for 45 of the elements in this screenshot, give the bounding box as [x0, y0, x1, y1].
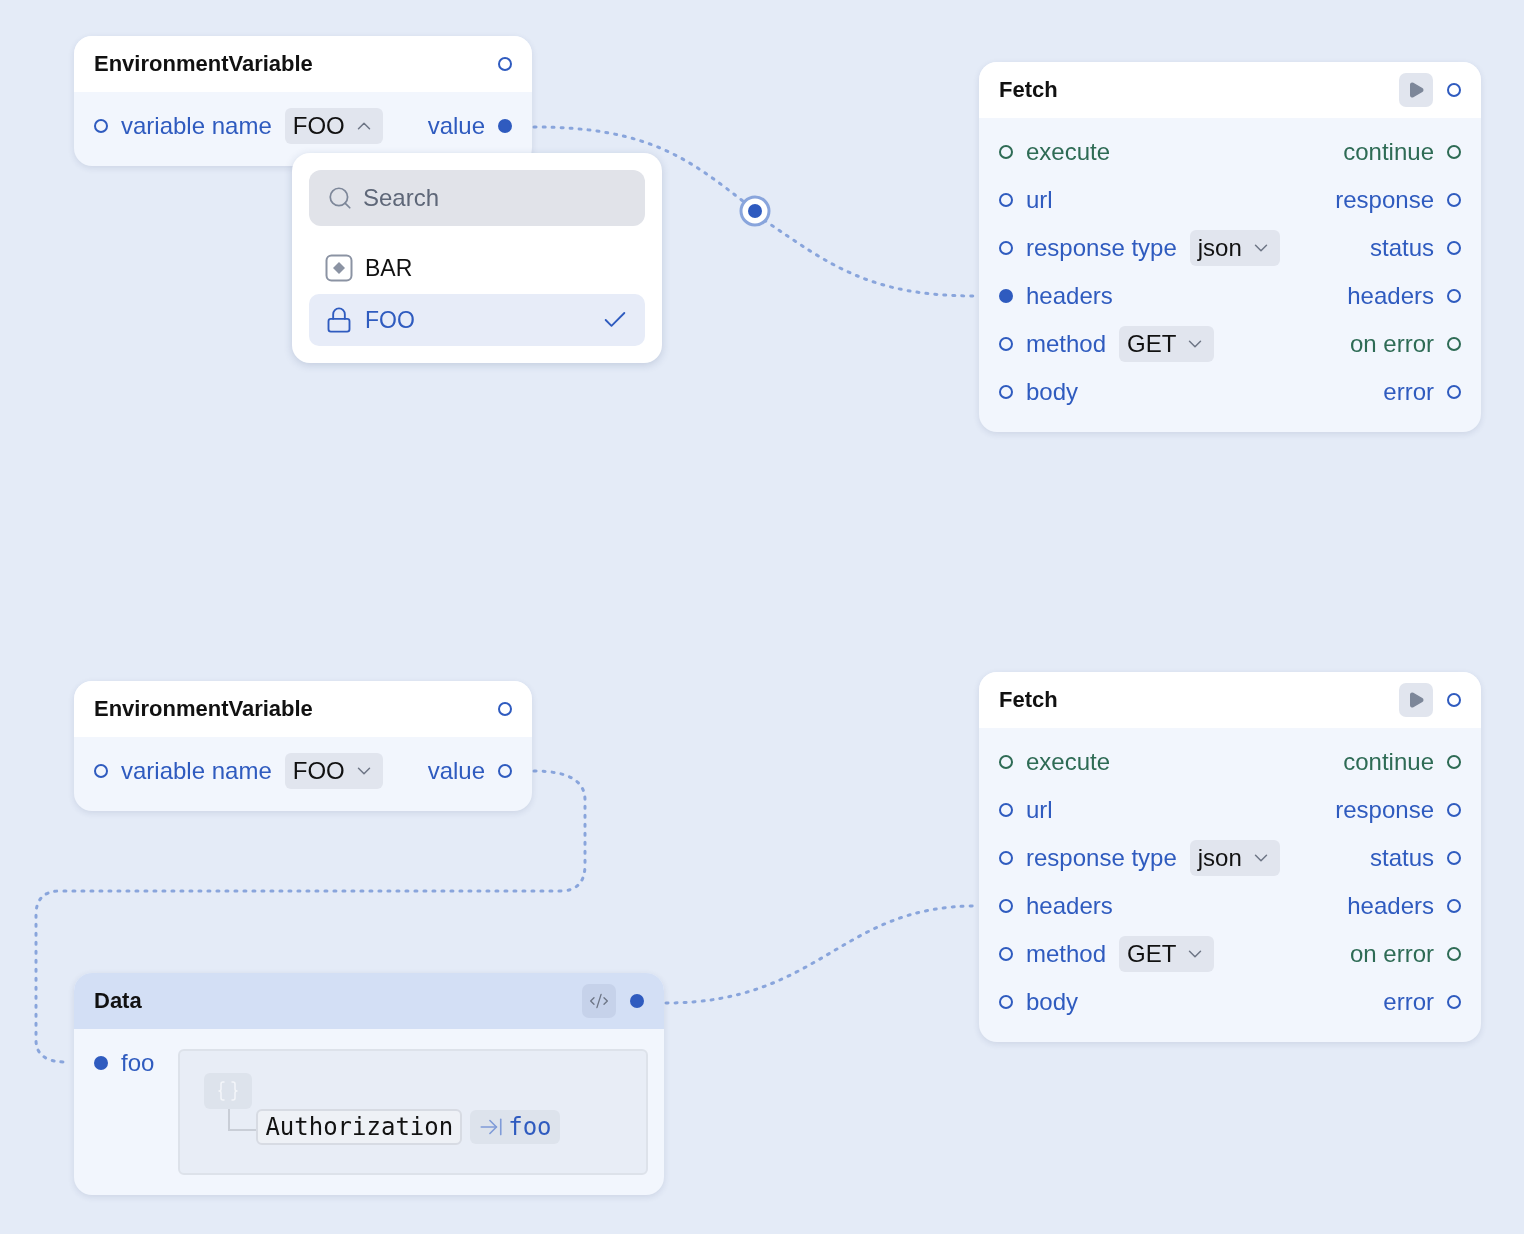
port-label: body [1026, 988, 1079, 1016]
node-title: Fetch [999, 687, 1058, 713]
reference-chip[interactable]: foo [470, 1110, 560, 1144]
port-label: headers [1026, 892, 1113, 920]
port-label: value [427, 757, 485, 785]
port-label: response [1335, 186, 1434, 214]
port-label: status [1369, 234, 1434, 262]
port-label: variable name [121, 757, 272, 785]
port-label: headers [1026, 282, 1113, 310]
port-label: url [1026, 186, 1053, 214]
node-title: Data [94, 988, 142, 1014]
port-label: variable name [121, 112, 272, 140]
port-label: continue [1343, 748, 1434, 776]
port-label: headers [1347, 892, 1434, 920]
port-label: value [427, 112, 485, 140]
port-label: execute [1026, 138, 1111, 166]
port-label: headers [1347, 282, 1434, 310]
value-select[interactable]: FOO [284, 108, 383, 144]
node-title: EnvironmentVariable [94, 51, 313, 77]
node-title: EnvironmentVariable [94, 696, 313, 722]
port-label: error [1383, 988, 1434, 1016]
value-select[interactable]: json [1189, 230, 1280, 266]
port-label: execute [1026, 748, 1111, 776]
port-label: url [1026, 796, 1053, 824]
port-label: method [1026, 330, 1107, 358]
node-title: Fetch [999, 77, 1058, 103]
value-select[interactable]: GET [1119, 936, 1215, 972]
search-field[interactable]: Search [309, 170, 645, 226]
port-label: response type [1026, 234, 1177, 262]
port-label: body [1026, 378, 1079, 406]
dropdown-option[interactable]: BAR [309, 242, 645, 294]
port-label: status [1369, 844, 1434, 872]
value-select[interactable]: GET [1119, 326, 1215, 362]
port-label: on error [1349, 940, 1434, 968]
port-label: on error [1349, 330, 1434, 358]
port-label: continue [1343, 138, 1434, 166]
port-label: response [1335, 796, 1434, 824]
port-label: error [1383, 378, 1434, 406]
key-field[interactable]: Authorization [256, 1109, 463, 1145]
port-label: foo [121, 1049, 155, 1077]
port-label: method [1026, 940, 1107, 968]
port-label: response type [1026, 844, 1177, 872]
value-select[interactable]: FOO [284, 753, 383, 789]
dropdown-option[interactable]: FOO [309, 294, 645, 346]
value-select[interactable]: json [1189, 840, 1280, 876]
